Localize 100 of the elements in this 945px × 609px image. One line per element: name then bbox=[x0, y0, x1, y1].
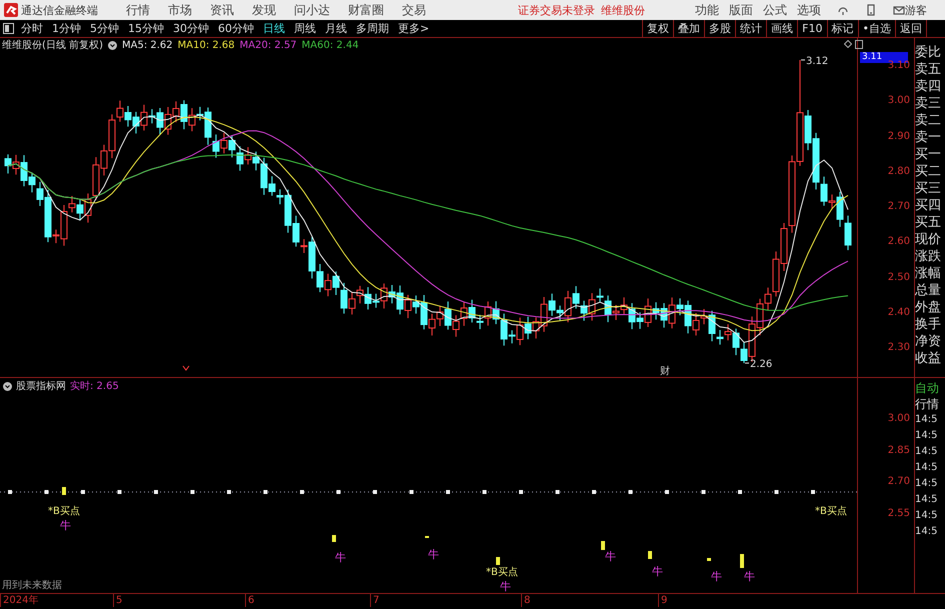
bull-mark: 牛 bbox=[335, 551, 346, 564]
toolbar-button[interactable]: •自选 bbox=[858, 20, 895, 37]
feed-time: 14:5 bbox=[915, 429, 938, 443]
bull-mark: 牛 bbox=[605, 550, 616, 563]
signal-bar bbox=[740, 554, 744, 568]
chevron-circle-icon bbox=[108, 40, 117, 50]
menu-item[interactable]: 市场 bbox=[168, 2, 192, 18]
price-tick-label: 2.40 bbox=[888, 306, 910, 318]
login-notice[interactable]: 证券交易未登录 bbox=[518, 2, 595, 18]
menu-item[interactable]: 问小达 bbox=[294, 2, 330, 18]
menu-item[interactable]: 发现 bbox=[252, 2, 276, 18]
period-tab[interactable]: 1分钟 bbox=[52, 21, 81, 36]
menu-item[interactable]: 财富圈 bbox=[348, 2, 384, 18]
event-mark: 财 bbox=[660, 366, 670, 377]
date-label: 9 bbox=[658, 594, 668, 607]
toolbar-button[interactable]: 统计 bbox=[735, 20, 766, 37]
price-tick-label: 2.50 bbox=[888, 272, 910, 282]
bull-mark: 牛 bbox=[744, 570, 755, 583]
menu-item[interactable]: 资讯 bbox=[210, 2, 234, 18]
period-tab[interactable]: 30分钟 bbox=[173, 21, 209, 36]
period-tab[interactable]: 15分钟 bbox=[128, 21, 164, 36]
quote-label: 涨幅 bbox=[915, 265, 942, 282]
price-tick-label: 2.90 bbox=[888, 130, 910, 142]
leader-line bbox=[800, 59, 806, 60]
toolbar-button[interactable]: 多股 bbox=[704, 20, 736, 37]
buy-signal-label: *B买点 bbox=[48, 506, 80, 517]
toolbar-button[interactable]: F10 bbox=[797, 20, 826, 37]
buy-signal-label: *B买点 bbox=[815, 506, 847, 517]
indicator-name: 股票指标网 bbox=[16, 380, 66, 393]
quote-label: 卖四 bbox=[915, 78, 942, 95]
indicator-tick-label: 3.00 bbox=[888, 413, 910, 424]
menu-item[interactable]: 公式 bbox=[763, 2, 787, 18]
period-tab[interactable]: 日线 bbox=[263, 21, 285, 36]
quote-label: 外盘 bbox=[915, 299, 942, 316]
quote-label: 卖一 bbox=[915, 129, 942, 146]
feed-time: 14:5 bbox=[915, 509, 938, 523]
date-label: 7 bbox=[370, 594, 380, 607]
moving-average-value: MA5: 2.62 bbox=[122, 40, 173, 50]
quote-label: 换手 bbox=[915, 316, 942, 333]
signal-bar bbox=[601, 541, 605, 550]
price-tick-label: 2.30 bbox=[888, 342, 910, 353]
quote-label: 委比 bbox=[915, 44, 942, 61]
date-label: 2024年 bbox=[0, 594, 38, 607]
quote-label: 收益 bbox=[915, 350, 942, 367]
indicator-tick-label: 2.85 bbox=[888, 444, 910, 456]
signal-bar bbox=[707, 558, 711, 561]
quote-label: 买五 bbox=[915, 214, 942, 231]
toolbar-button[interactable]: 返回 bbox=[895, 20, 927, 37]
period-tab[interactable]: 分时 bbox=[21, 21, 43, 36]
bull-mark: 牛 bbox=[60, 519, 71, 532]
bull-mark: 牛 bbox=[428, 548, 439, 561]
panel-icon bbox=[3, 23, 14, 34]
marker-icon bbox=[182, 366, 190, 371]
chart-title: 维维股份(日线 前复权) bbox=[2, 38, 103, 52]
menu-item[interactable]: 版面 bbox=[729, 2, 753, 18]
user-label[interactable]: 游客 bbox=[905, 2, 927, 18]
menu-item[interactable]: 行情 bbox=[126, 2, 150, 18]
chevron-circle-icon bbox=[3, 382, 12, 390]
moving-average-value: MA20: 2.57 bbox=[240, 40, 297, 50]
feed-header: 行情 bbox=[915, 396, 940, 412]
signal-bar bbox=[496, 557, 500, 565]
period-tab[interactable]: 多周期 bbox=[356, 21, 389, 36]
toolbar-button[interactable]: 复权 bbox=[642, 20, 674, 37]
quote-label: 买一 bbox=[915, 146, 942, 163]
low-price-label: 2.26 bbox=[750, 359, 772, 370]
toolbar-button[interactable]: 标记 bbox=[826, 20, 858, 37]
date-label: 6 bbox=[245, 594, 254, 607]
period-tab[interactable]: 5分钟 bbox=[90, 21, 119, 36]
quote-label: 买四 bbox=[915, 197, 942, 214]
price-tick-label: 3.00 bbox=[888, 95, 910, 106]
price-tick-label: 2.60 bbox=[888, 236, 910, 248]
buy-signal-label: *B买点 bbox=[486, 567, 518, 578]
quote-label: 净资 bbox=[915, 333, 942, 350]
stock-link[interactable]: 维维股份 bbox=[601, 2, 645, 18]
menu-item[interactable]: 选项 bbox=[797, 2, 821, 18]
quote-label: 买三 bbox=[915, 180, 942, 197]
moving-average-value: MA10: 2.68 bbox=[178, 40, 235, 50]
future-data-note: 用到未来数据 bbox=[2, 578, 62, 592]
leader-line bbox=[744, 362, 750, 364]
panel-icon bbox=[855, 40, 863, 49]
period-tab[interactable]: 更多> bbox=[398, 21, 430, 36]
date-label: 5 bbox=[113, 594, 122, 607]
feed-header: 自动 bbox=[915, 380, 940, 396]
menu-item[interactable]: 交易 bbox=[402, 2, 426, 18]
period-tab[interactable]: 周线 bbox=[294, 21, 316, 36]
signal-bar bbox=[648, 551, 652, 559]
feed-time: 14:5 bbox=[915, 525, 938, 539]
toolbar-button[interactable]: 画线 bbox=[766, 20, 798, 37]
bull-mark: 牛 bbox=[652, 565, 663, 578]
toolbar-button[interactable]: 叠加 bbox=[673, 20, 704, 37]
date-label: 8 bbox=[521, 594, 530, 607]
logo-icon bbox=[4, 3, 18, 17]
high-price-label: 3.12 bbox=[806, 56, 828, 67]
period-tab[interactable]: 60分钟 bbox=[218, 21, 254, 36]
signal-bar bbox=[62, 487, 66, 495]
period-tab[interactable]: 月线 bbox=[325, 21, 347, 36]
bull-mark: 牛 bbox=[500, 580, 511, 593]
bull-mark: 牛 bbox=[711, 570, 722, 583]
menu-item[interactable]: 功能 bbox=[695, 2, 719, 18]
envelope-icon bbox=[893, 4, 905, 16]
